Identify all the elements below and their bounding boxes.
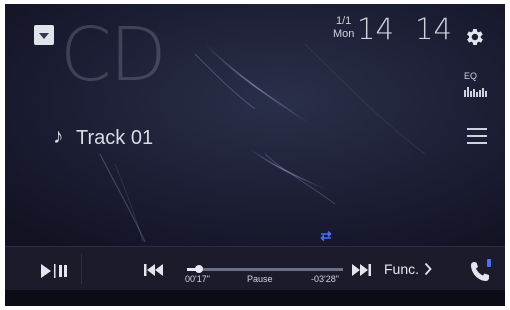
func-label: Func. bbox=[384, 261, 420, 277]
list-icon[interactable] bbox=[467, 128, 487, 146]
track-title: Track 01 bbox=[76, 127, 154, 149]
equalizer-button[interactable]: EQ bbox=[464, 72, 490, 100]
source-name: CD bbox=[60, 12, 167, 98]
gear-icon[interactable] bbox=[463, 26, 485, 48]
repeat-icon[interactable] bbox=[319, 230, 333, 242]
screen: CD 1/1 Mon 14 14 EQ ♪ Track 01 00'17" Pa… bbox=[5, 4, 505, 306]
divider bbox=[81, 254, 82, 284]
equalizer-icon bbox=[464, 87, 487, 97]
bottom-strip bbox=[5, 290, 505, 306]
eq-label: EQ bbox=[464, 71, 478, 81]
clock-hour: 14 bbox=[357, 12, 394, 46]
progress-bar[interactable] bbox=[187, 265, 343, 273]
progress-knob[interactable] bbox=[194, 265, 203, 273]
skip-previous-icon[interactable] bbox=[143, 262, 165, 278]
date-month: 1/1 bbox=[336, 15, 352, 27]
chevron-right-icon bbox=[424, 262, 432, 276]
func-button[interactable]: Func. bbox=[384, 262, 432, 276]
phone-icon[interactable] bbox=[468, 256, 494, 284]
time-remaining: -03'28" bbox=[311, 274, 339, 284]
music-note-icon: ♪ bbox=[53, 125, 64, 148]
clock-minute: 14 bbox=[415, 12, 452, 46]
date-day: Mon bbox=[333, 28, 355, 40]
source-menu-button[interactable] bbox=[34, 25, 54, 45]
skip-next-icon[interactable] bbox=[350, 262, 372, 278]
playback-status: Pause bbox=[247, 274, 273, 284]
play-pause-icon[interactable] bbox=[39, 262, 71, 280]
time-elapsed: 00'17" bbox=[185, 274, 210, 284]
